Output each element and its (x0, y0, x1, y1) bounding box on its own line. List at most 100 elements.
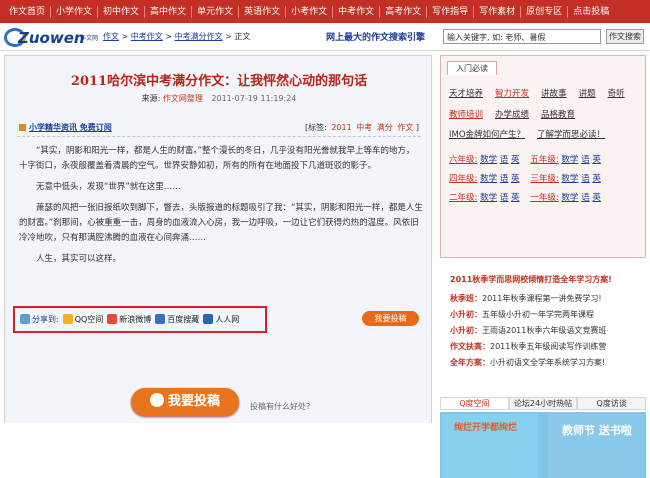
subject-link[interactable]: 英 (511, 155, 520, 165)
source-label: 来源: (141, 94, 161, 103)
link[interactable]: 品格教育 (541, 110, 575, 120)
nav-item[interactable]: 写作素材 (474, 5, 522, 18)
paragraph: “其实，阴影和阳光一样，都是人生的财富。”整个漫长的冬日，几乎没有阳光誊就我早上… (19, 146, 415, 171)
subject-link[interactable]: 语 (581, 155, 590, 165)
subject-link[interactable]: 语 (500, 155, 509, 165)
grade-link[interactable]: 五年级: (530, 155, 558, 165)
subject-link[interactable]: 数学 (561, 193, 578, 203)
paragraph: 萧瑟的风把一张旧报纸吹到脚下，瞥去，头版报道的标题吸引了我：“其实，阴影和阳光一… (19, 203, 423, 243)
breadcrumb-link[interactable]: 作文 (103, 32, 119, 41)
share-label: 分享到: (20, 314, 59, 325)
subject-link[interactable]: 数学 (480, 155, 497, 165)
link[interactable]: 智力开发 (495, 89, 529, 99)
pen-icon (149, 393, 164, 407)
banner-caption: 绚烂开学都绚烂 (454, 423, 518, 433)
subject-link[interactable]: 语 (581, 174, 590, 184)
submit-benefits-link[interactable]: 投稿有什么好处? (250, 401, 310, 412)
site-logo[interactable]: Zuowen 作文网 (4, 27, 100, 49)
logo-text: Zuowen (18, 29, 85, 47)
tag-link[interactable]: 中考 (356, 123, 372, 132)
promo-item[interactable]: 作文扶高：2011秋季五年级阅读写作训练营 (450, 341, 606, 352)
tag-link[interactable]: 作文 (397, 123, 413, 132)
share-baidu[interactable]: 百度搜藏 (155, 314, 199, 325)
subject-link[interactable]: 英 (592, 193, 601, 203)
breadcrumb: 作文 > 中考作文 > 中考满分作文 > 正文 (103, 32, 251, 41)
share-weibo[interactable]: 新浪微博 (107, 314, 151, 325)
promo-item[interactable]: 小升初：王雨语2011秋季六年级语文竞赛班 (450, 325, 606, 336)
nav-item[interactable]: 中考作文 (333, 5, 381, 18)
share-icon (20, 314, 30, 324)
tag-list: [标签: 2011 中考 满分 作文 ] (305, 122, 419, 133)
subject-link[interactable]: 英 (511, 174, 520, 184)
nav-item[interactable]: 点击投稿 (568, 6, 614, 18)
breadcrumb-link[interactable]: 中考满分作文 (175, 32, 223, 41)
nav-item[interactable]: 单元作文 (192, 5, 240, 18)
promo-item[interactable]: 全年方案：小升初语文全学年系统学习方案! (450, 357, 605, 368)
promo-item[interactable]: 秋季班：2011年秋季课程第一讲免费学习! (450, 293, 602, 304)
logo-subtext: 作文网 (80, 35, 99, 42)
link[interactable]: 教师培训 (449, 110, 483, 120)
breadcrumb-link[interactable]: 中考作文 (131, 32, 163, 41)
link[interactable]: 奇听 (608, 89, 625, 99)
link[interactable]: 天才培养 (449, 89, 483, 99)
paragraph: 人生，其实可以这样。 (36, 254, 122, 264)
grade-link[interactable]: 四年级: (449, 174, 477, 184)
article-title: 2011哈尔滨中考满分作文：让我怦然心动的那句话 (70, 74, 368, 89)
search-input[interactable]: 输入关键字, 如: 老师、暑假 (443, 29, 601, 44)
nav-item[interactable]: 高中作文 (145, 5, 193, 18)
share-renren[interactable]: 人人网 (203, 314, 239, 325)
grade-link[interactable]: 二年级: (449, 193, 477, 203)
tag-link[interactable]: 满分 (377, 123, 393, 132)
tab-qspace[interactable]: Q度空间 (440, 397, 509, 410)
tags-end: ] (415, 123, 419, 132)
link[interactable]: 办学成绩 (495, 110, 529, 120)
tab-interview[interactable]: Q度访谈 (577, 397, 647, 410)
grade-link[interactable]: 六年级: (449, 155, 477, 165)
link[interactable]: 了解学而思必读！ (537, 130, 605, 140)
tab-intro[interactable]: 入门必读 (447, 61, 497, 75)
nav-item[interactable]: 写作指导 (427, 5, 475, 18)
nav-item[interactable]: 高考作文 (380, 5, 428, 18)
subject-link[interactable]: 数学 (561, 155, 578, 165)
subject-link[interactable]: 数学 (480, 174, 497, 184)
banner-images: 绚烂开学都绚烂 教师节 送书啦 (440, 412, 646, 478)
subject-link[interactable]: 语 (500, 174, 509, 184)
link-row: IMO金牌如何产生？ 了解学而思必读！ (449, 128, 617, 140)
renren-icon (203, 314, 214, 324)
banner-image[interactable]: 教师节 送书啦 (548, 414, 644, 478)
nav-item[interactable]: 英语作文 (239, 5, 287, 18)
subscribe-link[interactable]: 小学精华资讯 免费订阅 (19, 122, 112, 133)
site-slogan: 网上最大的作文搜索引擎 (326, 33, 426, 43)
subject-link[interactable]: 数学 (561, 174, 578, 184)
link[interactable]: 讲故事 (541, 89, 567, 99)
share-qzone[interactable]: QQ空间 (62, 314, 103, 325)
article-body: “其实，阴影和阳光一样，都是人生的财富。”整个漫长的冬日，几乎没有阳光誊就我早上… (19, 144, 423, 273)
subject-link[interactable]: 英 (511, 193, 520, 203)
grade-link[interactable]: 一年级: (530, 193, 558, 203)
promo-heading[interactable]: 2011秋季学而思网校倾情打造全年学习方案! (450, 274, 612, 285)
tab-forum[interactable]: 论坛24小时热帖 (508, 397, 578, 410)
header: Zuowen 作文网 作文 > 中考作文 > 中考满分作文 > 正文 网上最大的… (0, 23, 650, 51)
submit-button-small[interactable]: 我要投稿 (362, 311, 419, 326)
subject-link[interactable]: 英 (592, 174, 601, 184)
article-source[interactable]: 作文网整理 (163, 94, 203, 103)
nav-item[interactable]: 作文首页 (4, 5, 52, 18)
subject-link[interactable]: 语 (581, 193, 590, 203)
nav-item[interactable]: 小学作文 (51, 5, 99, 18)
subject-link[interactable]: 数学 (480, 193, 497, 203)
nav-item[interactable]: 小考作文 (286, 5, 334, 18)
subject-link[interactable]: 英 (592, 155, 601, 165)
banner-image[interactable]: 绚烂开学都绚烂 (442, 414, 538, 478)
tag-link[interactable]: 2011 (331, 123, 351, 132)
grade-row: 六年级: 数学 语 英 五年级: 数学 语 英 (449, 153, 601, 165)
link[interactable]: IMO金牌如何产生？ (449, 130, 525, 140)
link[interactable]: 讲题 (579, 89, 596, 99)
submit-button[interactable]: 我要投稿 (131, 388, 239, 416)
nav-item[interactable]: 初中作文 (98, 5, 146, 18)
promo-item[interactable]: 小升初：五年级小升初一年学完两年课程 (450, 309, 594, 320)
grade-link[interactable]: 三年级: (530, 174, 558, 184)
subject-link[interactable]: 语 (500, 193, 509, 203)
article-date: 2011-07-19 11:19:24 (211, 94, 297, 103)
nav-item[interactable]: 原创专区 (521, 5, 569, 18)
search-button[interactable]: 作文搜索 (606, 29, 644, 44)
